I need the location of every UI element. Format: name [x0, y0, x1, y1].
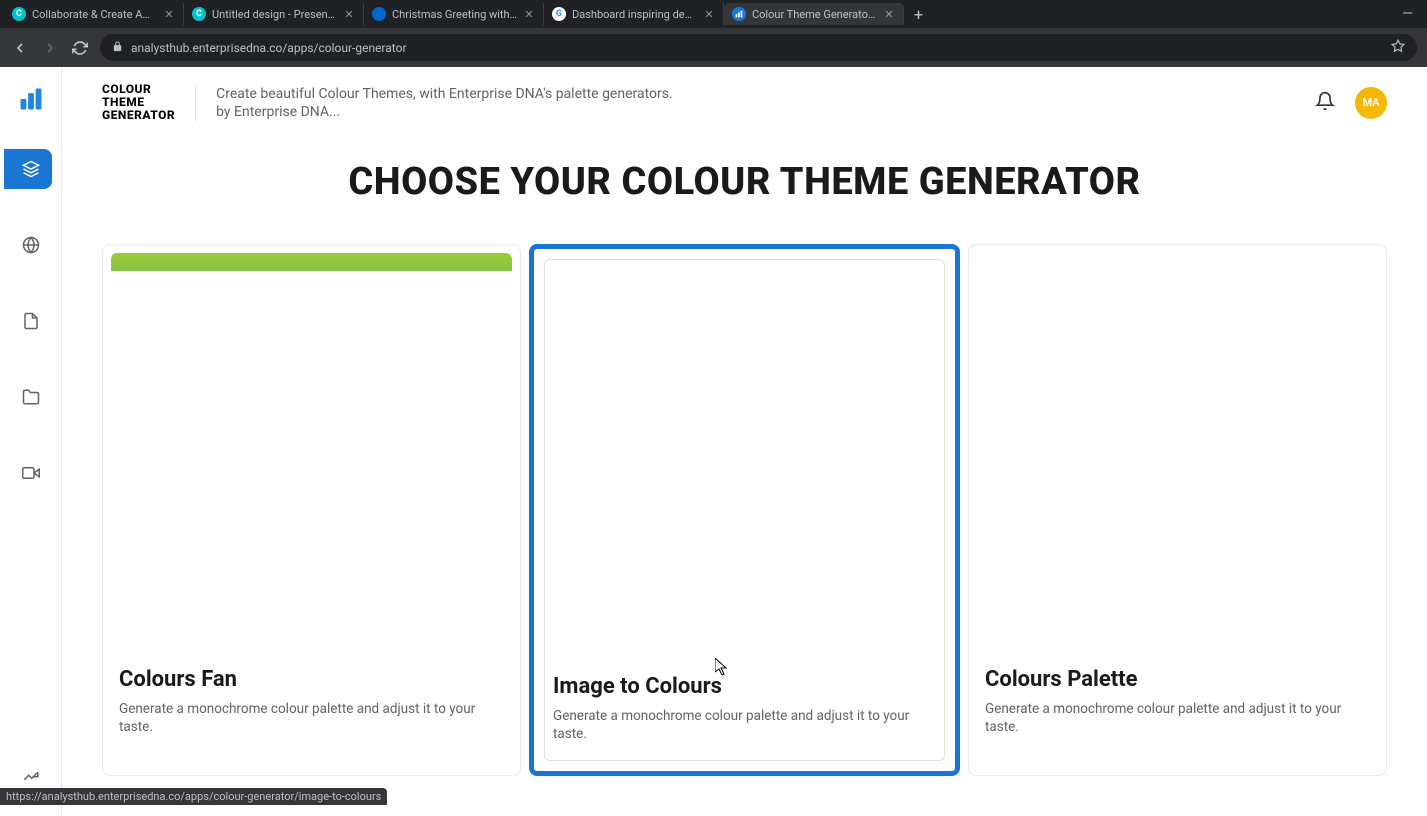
- browser-tab-active[interactable]: Colour Theme Generator - Analy ✕: [724, 3, 904, 25]
- card-colours-fan[interactable]: Colours Fan Generate a monochrome colour…: [102, 244, 521, 777]
- main-content: COLOUR THEME GENERATOR Create beautiful …: [62, 67, 1427, 816]
- card-body: Image to Colours Generate a monochrome c…: [545, 660, 944, 761]
- card-preview: [111, 253, 512, 653]
- card-title: Colours Fan: [119, 667, 504, 692]
- generator-cards: Colours Fan Generate a monochrome colour…: [102, 244, 1387, 777]
- browser-tab[interactable]: Christmas Greeting with Man ho ✕: [364, 3, 544, 25]
- header-tagline: Create beautiful Colour Themes, with Ent…: [216, 85, 673, 121]
- sidebar-item-file[interactable]: [11, 301, 51, 341]
- tab-bar: C Collaborate & Create Amazing C ✕ C Unt…: [0, 0, 1427, 28]
- window-controls: —: [1392, 6, 1423, 22]
- close-icon[interactable]: ✕: [163, 8, 175, 20]
- new-tab-button[interactable]: +: [904, 5, 933, 24]
- card-title: Colours Palette: [985, 667, 1370, 692]
- minimize-button[interactable]: —: [1402, 6, 1413, 22]
- app-header: COLOUR THEME GENERATOR Create beautiful …: [62, 67, 1427, 132]
- sidebar-item-layers[interactable]: [4, 149, 52, 189]
- status-bar: https://analysthub.enterprisedna.co/apps…: [0, 788, 387, 805]
- browser-chrome: C Collaborate & Create Amazing C ✕ C Unt…: [0, 0, 1427, 67]
- content-area: CHOOSE YOUR COLOUR THEME GENERATOR Colou…: [62, 132, 1427, 816]
- browser-tab[interactable]: C Collaborate & Create Amazing C ✕: [4, 3, 184, 25]
- card-preview: [977, 253, 1378, 653]
- card-colours-palette[interactable]: Colours Palette Generate a monochrome co…: [968, 244, 1387, 777]
- forward-button[interactable]: [40, 38, 60, 58]
- header-right: MA: [1315, 87, 1387, 119]
- tab-favicon: G: [552, 7, 566, 21]
- card-image-to-colours[interactable]: Image to Colours Generate a monochrome c…: [529, 244, 960, 777]
- logo-line: GENERATOR: [102, 109, 175, 122]
- tab-title: Colour Theme Generator - Analy: [752, 8, 877, 21]
- sidebar-item-video[interactable]: [11, 453, 51, 493]
- close-icon[interactable]: ✕: [343, 8, 355, 20]
- browser-tab[interactable]: G Dashboard inspiring designs - G ✕: [544, 3, 724, 25]
- sidebar-item-folder[interactable]: [11, 377, 51, 417]
- tab-favicon: C: [192, 7, 206, 21]
- card-description: Generate a monochrome colour palette and…: [985, 700, 1370, 738]
- tab-favicon: [372, 7, 386, 21]
- url-text: analysthub.enterprisedna.co/apps/colour-…: [131, 41, 407, 55]
- close-icon[interactable]: ✕: [523, 8, 535, 20]
- address-bar[interactable]: analysthub.enterprisedna.co/apps/colour-…: [100, 34, 1417, 61]
- card-body: Colours Fan Generate a monochrome colour…: [111, 653, 512, 754]
- nav-bar: analysthub.enterprisedna.co/apps/colour-…: [0, 28, 1427, 67]
- browser-tab[interactable]: C Untitled design - Presentation (1 ✕: [184, 3, 364, 25]
- lock-icon: [112, 41, 123, 55]
- user-avatar[interactable]: MA: [1355, 87, 1387, 119]
- tab-title: Collaborate & Create Amazing C: [32, 8, 157, 21]
- card-preview: [545, 260, 944, 660]
- tagline-line: Create beautiful Colour Themes, with Ent…: [216, 85, 673, 103]
- tab-title: Untitled design - Presentation (1: [212, 8, 337, 21]
- card-description: Generate a monochrome colour palette and…: [119, 700, 504, 738]
- notifications-icon[interactable]: [1315, 91, 1335, 115]
- card-description: Generate a monochrome colour palette and…: [553, 707, 936, 745]
- tab-favicon: [732, 7, 746, 21]
- tab-favicon: C: [12, 7, 26, 21]
- tab-title: Christmas Greeting with Man ho: [392, 8, 517, 21]
- bookmark-star-icon[interactable]: [1391, 39, 1405, 56]
- avatar-initials: MA: [1362, 96, 1379, 109]
- app-logo-icon[interactable]: [17, 85, 45, 113]
- close-icon[interactable]: ✕: [883, 8, 895, 20]
- tagline-line: by Enterprise DNA...: [216, 103, 673, 121]
- tab-title: Dashboard inspiring designs - G: [572, 8, 697, 21]
- sidebar-item-globe[interactable]: [11, 225, 51, 265]
- close-icon[interactable]: ✕: [703, 8, 715, 20]
- app-logo-text: COLOUR THEME GENERATOR: [102, 83, 175, 123]
- reload-button[interactable]: [70, 38, 90, 58]
- back-button[interactable]: [10, 38, 30, 58]
- card-body: Colours Palette Generate a monochrome co…: [977, 653, 1378, 754]
- card-title: Image to Colours: [553, 674, 936, 699]
- app-container: COLOUR THEME GENERATOR Create beautiful …: [0, 67, 1427, 816]
- preview-green-bar: [111, 253, 512, 271]
- divider: [195, 85, 196, 121]
- sidebar: [0, 67, 62, 816]
- page-title: CHOOSE YOUR COLOUR THEME GENERATOR: [102, 160, 1387, 204]
